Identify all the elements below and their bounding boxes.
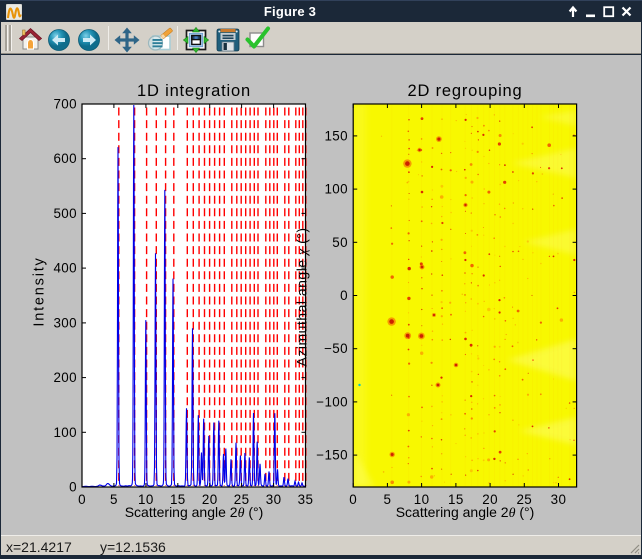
svg-text:100: 100: [53, 425, 77, 440]
svg-text:150: 150: [324, 128, 348, 143]
svg-text:Azimuthal angle χ (°): Azimuthal angle χ (°): [294, 228, 311, 367]
svg-text:30: 30: [551, 492, 567, 507]
svg-text:100: 100: [324, 182, 348, 197]
svg-text:600: 600: [53, 151, 77, 166]
svg-text:30: 30: [266, 492, 282, 507]
svg-text:50: 50: [332, 235, 348, 250]
svg-text:−150: −150: [316, 448, 348, 463]
svg-text:200: 200: [53, 370, 77, 385]
svg-text:Intensity: Intensity: [32, 256, 48, 326]
svg-text:0: 0: [69, 480, 77, 495]
svg-text:5: 5: [383, 492, 391, 507]
svg-text:35: 35: [298, 492, 314, 507]
svg-text:−100: −100: [316, 394, 348, 409]
svg-text:0: 0: [349, 492, 357, 507]
svg-text:Scattering angle 2θ (°): Scattering angle 2θ (°): [125, 504, 264, 521]
svg-text:300: 300: [53, 315, 77, 330]
svg-text:5: 5: [110, 492, 118, 507]
svg-text:Scattering angle 2θ (°): Scattering angle 2θ (°): [396, 504, 535, 521]
svg-text:1D integration: 1D integration: [137, 82, 251, 100]
svg-text:0: 0: [78, 492, 86, 507]
svg-text:700: 700: [53, 97, 77, 112]
svg-text:−50: −50: [324, 341, 348, 356]
svg-text:500: 500: [53, 206, 77, 221]
svg-text:0: 0: [340, 288, 348, 303]
svg-text:400: 400: [53, 261, 77, 276]
svg-text:2D regrouping: 2D regrouping: [408, 82, 523, 100]
